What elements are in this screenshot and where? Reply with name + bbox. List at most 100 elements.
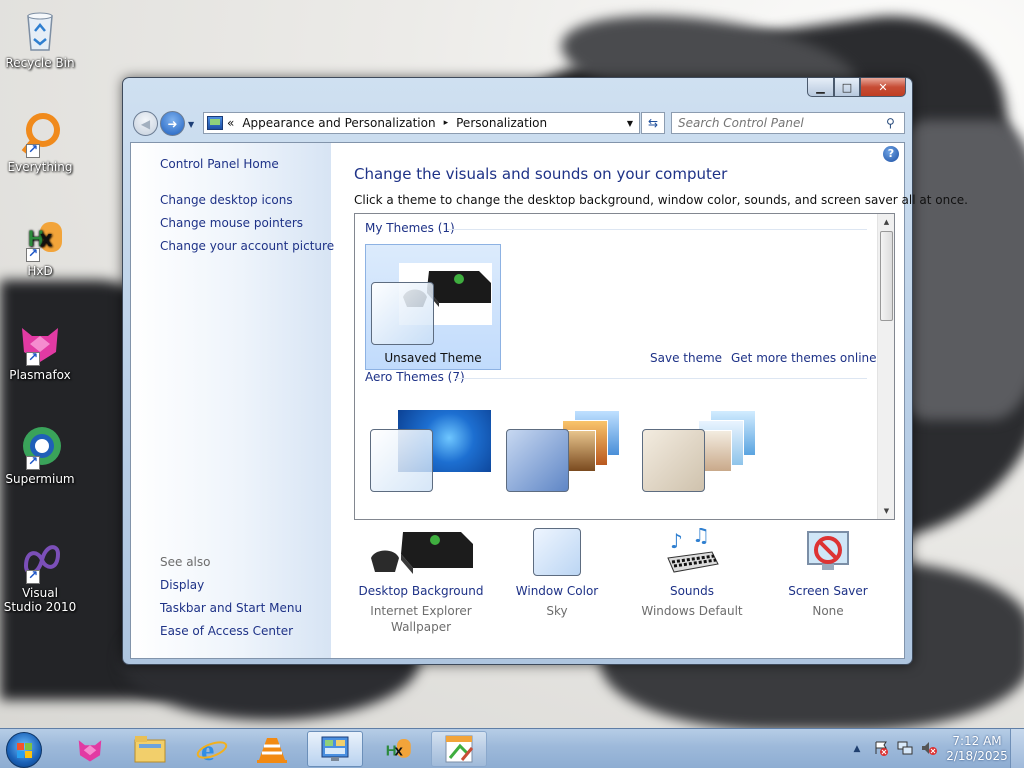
address-bar[interactable]: « Appearance and Personalization ▸ Perso… (203, 112, 640, 134)
back-button[interactable]: ◀ (133, 111, 158, 136)
paint-icon (445, 735, 474, 763)
desktop-icon-label: HxD (27, 264, 53, 278)
desktop-background-link[interactable]: Desktop Background (356, 584, 486, 598)
breadcrumb-appearance[interactable]: Appearance and Personalization (242, 116, 435, 130)
taskbar-hxd[interactable]: H x (369, 731, 425, 767)
taskbar-explorer[interactable] (122, 731, 178, 767)
window-color-value: Sky (546, 604, 568, 618)
change-desktop-icons-link[interactable]: Change desktop icons (160, 193, 293, 207)
taskbar-plasmafox[interactable] (62, 731, 118, 767)
recycle-bin-icon (16, 6, 64, 54)
address-overflow[interactable]: « (227, 116, 234, 130)
refresh-icon: ⇆ (647, 116, 659, 130)
left-pane: Control Panel Home Change desktop icons … (131, 143, 334, 658)
system-tray: ▲ 7:12 AM 2/18/2025 (848, 729, 1024, 768)
desktop-icon-plasmafox[interactable]: Plasmafox (2, 318, 78, 382)
window-color-swatch (371, 282, 434, 345)
client-area: Control Panel Home Change desktop icons … (130, 142, 968, 659)
svg-text:x: x (40, 226, 53, 251)
clock[interactable]: 7:12 AM 2/18/2025 (944, 734, 1010, 764)
explorer-icon (134, 736, 166, 763)
forward-button[interactable]: ➜ (160, 111, 185, 136)
close-button[interactable]: ✕ (860, 78, 906, 97)
taskbar-paint[interactable] (431, 731, 487, 767)
start-button[interactable] (6, 732, 42, 768)
scroll-up-icon[interactable]: ▲ (878, 214, 894, 230)
network-icon[interactable] (896, 740, 914, 758)
svg-text:♫: ♫ (692, 528, 710, 547)
screen-saver-icon (798, 528, 858, 578)
taskbar-vlc[interactable] (244, 731, 300, 767)
action-center-icon[interactable] (872, 740, 890, 758)
taskbar: e H x ▲ 7:12 AM 2/18/2025 (0, 728, 1024, 768)
scroll-down-icon[interactable]: ▼ (878, 503, 894, 519)
search-input[interactable] (678, 114, 886, 132)
control-panel-home-link[interactable]: Control Panel Home (160, 157, 279, 171)
desktop-icon-hxd[interactable]: H x HxD (2, 214, 78, 278)
vlc-icon (257, 738, 287, 763)
show-hidden-icons-button[interactable]: ▲ (848, 740, 866, 758)
taskbar-start-menu-link[interactable]: Taskbar and Start Menu (160, 601, 302, 615)
change-mouse-pointers-link[interactable]: Change mouse pointers (160, 216, 303, 230)
window-color-swatch (370, 429, 433, 492)
save-theme-link[interactable]: Save theme (650, 351, 722, 365)
search-icon[interactable]: ⚲ (886, 116, 904, 130)
desktop-icon-label: Supermium (5, 472, 75, 486)
desktop-background-setting[interactable]: Desktop Background Internet Explorer Wal… (356, 528, 486, 635)
visual-studio-icon (16, 536, 64, 584)
address-row: ◀ ➜ ▼ « Appearance and Personalization ▸… (131, 109, 905, 136)
desktop-icon-label: Visual Studio 2010 (3, 586, 77, 614)
themes-scrollbar[interactable]: ▲ ▼ (877, 214, 894, 519)
display-link[interactable]: Display (160, 578, 204, 592)
theme-unsaved[interactable]: Unsaved Theme (365, 244, 501, 370)
theme-label: Unsaved Theme (384, 351, 482, 365)
caption-buttons: ▁ □ ✕ (807, 78, 906, 97)
desktop-icon-visual-studio[interactable]: Visual Studio 2010 (2, 536, 78, 614)
control-panel-icon (321, 736, 349, 761)
control-panel-icon (207, 116, 223, 130)
window-color-link[interactable]: Window Color (492, 584, 622, 598)
desktop-icon-label: Plasmafox (9, 368, 71, 382)
desktop-icon-everything[interactable]: Everything (2, 110, 78, 174)
show-desktop-button[interactable] (1010, 729, 1024, 768)
ease-of-access-link[interactable]: Ease of Access Center (160, 624, 293, 638)
screen-saver-setting[interactable]: Screen Saver None (763, 528, 893, 619)
supermium-icon (16, 422, 64, 470)
svg-text:♪: ♪ (670, 529, 683, 553)
refresh-button[interactable]: ⇆ (641, 112, 665, 134)
desktop-icon-recycle-bin[interactable]: Recycle Bin (2, 6, 78, 70)
change-account-picture-link[interactable]: Change your account picture (160, 239, 334, 253)
taskbar-internet-explorer[interactable]: e (184, 731, 240, 767)
see-also-heading: See also (160, 555, 211, 569)
scroll-thumb[interactable] (880, 231, 893, 321)
theme-windows-7[interactable] (365, 392, 501, 518)
sounds-setting[interactable]: ♪ ♫ Sounds Windows Default (627, 523, 757, 619)
minimize-button[interactable]: ▁ (807, 78, 834, 97)
breadcrumb-separator-icon[interactable]: ▸ (444, 118, 449, 128)
theme-architecture[interactable] (501, 392, 637, 518)
desktop-icon-supermium[interactable]: Supermium (2, 422, 78, 486)
maximize-button[interactable]: □ (834, 78, 860, 97)
main-pane: ? Change the visuals and sounds on your … (331, 143, 968, 658)
sounds-link[interactable]: Sounds (627, 584, 757, 598)
section-divider (455, 378, 867, 379)
window-color-swatch (506, 429, 569, 492)
window-color-setting[interactable]: Window Color Sky (492, 528, 622, 619)
plasmafox-icon (16, 318, 64, 366)
taskbar-control-panel[interactable] (307, 731, 363, 767)
help-icon[interactable]: ? (883, 146, 899, 162)
section-divider (447, 229, 867, 230)
breadcrumb-personalization[interactable]: Personalization (456, 116, 547, 130)
screen-saver-link[interactable]: Screen Saver (763, 584, 893, 598)
internet-explorer-icon: e (196, 734, 228, 764)
sounds-value: Windows Default (641, 604, 743, 618)
window-color-icon (527, 528, 587, 578)
clock-time: 7:12 AM (952, 734, 1002, 748)
recent-pages-dropdown[interactable]: ▼ (188, 120, 194, 129)
theme-characters[interactable] (637, 392, 773, 518)
volume-muted-icon[interactable] (920, 740, 938, 758)
search-box[interactable]: ⚲ (671, 112, 905, 134)
get-more-themes-link[interactable]: Get more themes online (731, 351, 877, 365)
page-title: Change the visuals and sounds on your co… (354, 165, 728, 183)
address-dropdown-icon[interactable]: ▼ (627, 119, 633, 128)
